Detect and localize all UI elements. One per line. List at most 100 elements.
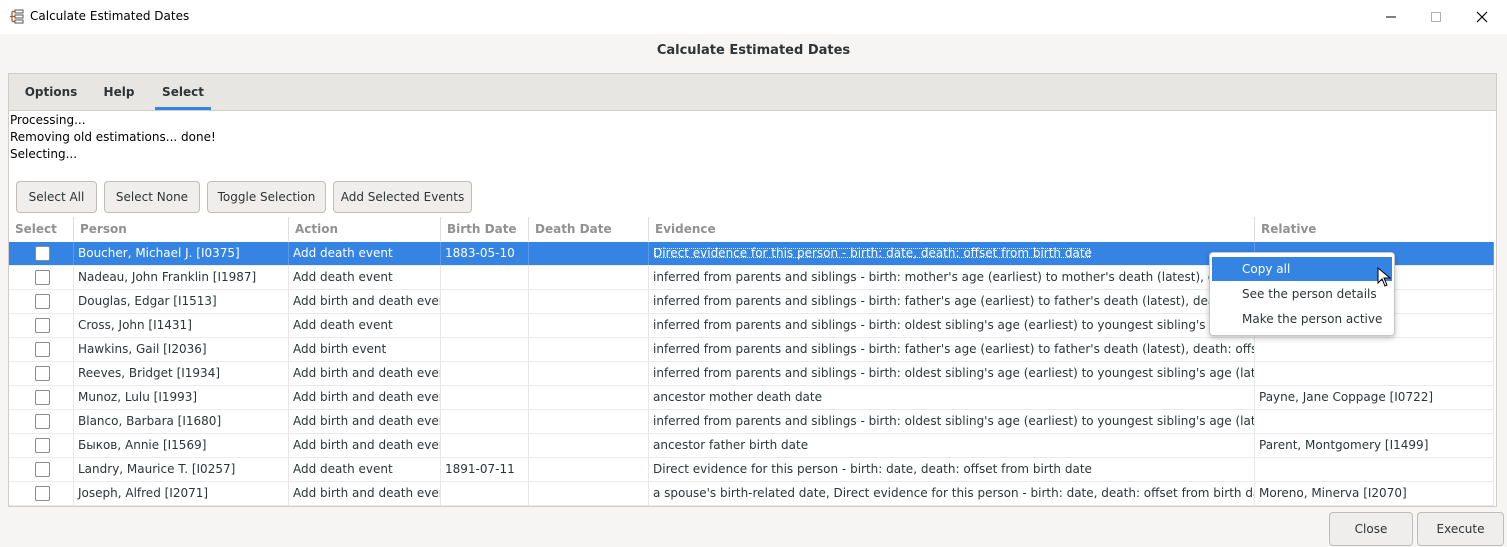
table-row[interactable]: Joseph, Alfred [I2071] Add birth and deat… <box>9 482 1494 506</box>
column-header-select[interactable]: Select <box>9 217 74 241</box>
relative-cell: Moreno, Minerva [I2070] <box>1255 482 1494 505</box>
row-checkbox[interactable] <box>35 246 50 261</box>
row-checkbox[interactable] <box>35 318 50 333</box>
row-checkbox[interactable] <box>35 270 50 285</box>
select-none-button[interactable]: Select None <box>104 181 200 213</box>
select-cell <box>9 338 74 361</box>
close-window-button[interactable] <box>1459 3 1505 31</box>
relative-cell <box>1255 362 1494 385</box>
tab-options[interactable]: Options <box>21 74 81 110</box>
row-checkbox[interactable] <box>35 342 50 357</box>
maximize-icon <box>1431 12 1441 22</box>
death-date-cell <box>529 362 649 385</box>
evidence-cell: Direct evidence for this person - birth:… <box>649 242 1255 265</box>
menu-item-make-person-active[interactable]: Make the person active <box>1212 307 1392 331</box>
tab-help[interactable]: Help <box>99 74 139 110</box>
person-cell: Blanco, Barbara [I1680] <box>74 410 289 433</box>
person-cell: Douglas, Edgar [I1513] <box>74 290 289 313</box>
select-cell <box>9 314 74 337</box>
action-cell: Add death event <box>289 458 441 481</box>
row-checkbox[interactable] <box>35 414 50 429</box>
action-cell: Add birth and death events <box>289 482 441 505</box>
window-title: Calculate Estimated Dates <box>30 9 190 23</box>
death-date-cell <box>529 290 649 313</box>
select-cell <box>9 458 74 481</box>
select-cell <box>9 386 74 409</box>
column-header-relative[interactable]: Relative <box>1255 217 1494 241</box>
minimize-button[interactable] <box>1368 3 1414 31</box>
action-cell: Add death event <box>289 266 441 289</box>
select-cell <box>9 290 74 313</box>
minimize-icon <box>1386 16 1396 18</box>
maximize-button[interactable] <box>1413 3 1459 31</box>
add-selected-events-button[interactable]: Add Selected Events <box>333 181 472 213</box>
death-date-cell <box>529 410 649 433</box>
evidence-cell: inferred from parents and siblings - bir… <box>649 338 1255 361</box>
dialog-heading: Calculate Estimated Dates <box>656 43 851 58</box>
column-header-death-date[interactable]: Death Date <box>529 217 649 241</box>
column-header-action[interactable]: Action <box>289 217 441 241</box>
row-checkbox[interactable] <box>35 462 50 477</box>
table-row[interactable]: Reeves, Bridget [I1934] Add birth and dea… <box>9 362 1494 386</box>
row-checkbox[interactable] <box>35 486 50 501</box>
table-row[interactable]: Blanco, Barbara [I1680] Add birth and dea… <box>9 410 1494 434</box>
column-header-evidence[interactable]: Evidence <box>649 217 1255 241</box>
select-cell <box>9 362 74 385</box>
menu-item-see-person-details[interactable]: See the person details <box>1212 282 1392 306</box>
row-checkbox[interactable] <box>35 390 50 405</box>
death-date-cell <box>529 434 649 457</box>
column-header-birth-date[interactable]: Birth Date <box>441 217 529 241</box>
row-checkbox[interactable] <box>35 294 50 309</box>
table-row[interactable]: Munoz, Lulu [I1993] Add birth and death e… <box>9 386 1494 410</box>
row-checkbox[interactable] <box>35 438 50 453</box>
action-cell: Add death event <box>289 242 441 265</box>
window-titlebar: Calculate Estimated Dates <box>0 0 1507 34</box>
evidence-cell: a spouse's birth-related date, Direct ev… <box>649 482 1255 505</box>
evidence-cell: inferred from parents and siblings - bir… <box>649 266 1255 289</box>
status-line: Selecting... <box>10 147 78 161</box>
birth-date-cell <box>441 410 529 433</box>
birth-date-cell <box>441 314 529 337</box>
death-date-cell <box>529 266 649 289</box>
birth-date-cell <box>441 482 529 505</box>
app-icon <box>10 9 24 24</box>
table-row[interactable]: Быков, Annie [I1569] Add birth and death … <box>9 434 1494 458</box>
action-cell: Add birth and death events <box>289 410 441 433</box>
select-cell <box>9 266 74 289</box>
person-cell: Быков, Annie [I1569] <box>74 434 289 457</box>
context-menu: Copy all See the person details Make the… <box>1209 252 1395 336</box>
select-cell <box>9 434 74 457</box>
birth-date-cell <box>441 266 529 289</box>
tab-select[interactable]: Select <box>155 74 211 110</box>
evidence-cell: ancestor mother death date <box>649 386 1255 409</box>
close-button[interactable]: Close <box>1329 512 1413 546</box>
mouse-pointer-icon <box>1377 267 1391 287</box>
action-cell: Add birth and death events <box>289 362 441 385</box>
select-cell <box>9 482 74 505</box>
birth-date-cell <box>441 290 529 313</box>
person-cell: Hawkins, Gail [I2036] <box>74 338 289 361</box>
evidence-cell: inferred from parents and siblings - bir… <box>649 410 1255 433</box>
relative-cell <box>1255 338 1494 361</box>
death-date-cell <box>529 314 649 337</box>
death-date-cell <box>529 242 649 265</box>
evidence-cell: inferred from parents and siblings - bir… <box>649 362 1255 385</box>
table-row[interactable]: Landry, Maurice T. [I0257] Add death even… <box>9 458 1494 482</box>
person-cell: Landry, Maurice T. [I0257] <box>74 458 289 481</box>
column-header-person[interactable]: Person <box>74 217 289 241</box>
birth-date-cell <box>441 362 529 385</box>
select-all-button[interactable]: Select All <box>16 181 97 213</box>
toggle-selection-button[interactable]: Toggle Selection <box>207 181 326 213</box>
evidence-cell: ancestor father birth date <box>649 434 1255 457</box>
execute-button[interactable]: Execute <box>1417 512 1504 546</box>
table-row[interactable]: Hawkins, Gail [I2036] Add birth event infe… <box>9 338 1494 362</box>
person-cell: Boucher, Michael J. [I0375] <box>74 242 289 265</box>
row-checkbox[interactable] <box>35 366 50 381</box>
person-cell: Nadeau, John Franklin [I1987] <box>74 266 289 289</box>
menu-item-copy-all[interactable]: Copy all <box>1212 257 1392 281</box>
action-cell: Add birth and death events <box>289 434 441 457</box>
death-date-cell <box>529 338 649 361</box>
status-line: Processing... <box>10 113 86 127</box>
person-cell: Reeves, Bridget [I1934] <box>74 362 289 385</box>
action-cell: Add birth and death events <box>289 386 441 409</box>
